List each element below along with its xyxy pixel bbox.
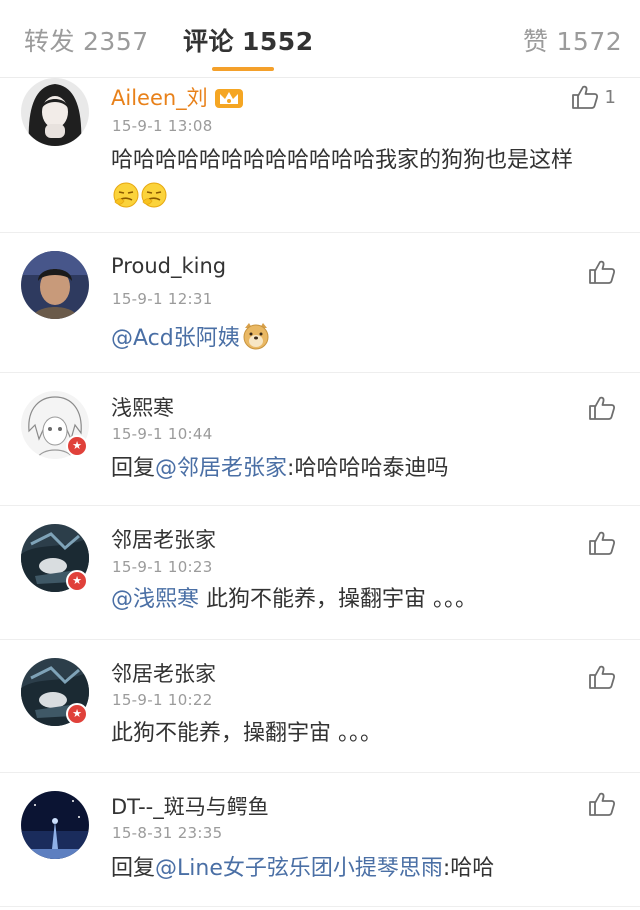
comment-time: 15-9-1 10:44 — [112, 425, 213, 443]
thumbs-up-icon — [589, 792, 616, 816]
comment-text: @浅熙寒 此狗不能养，操翻宇宙 。。。 — [111, 582, 591, 618]
comment-time: 15-9-1 12:31 — [112, 290, 213, 308]
comment-text-body: 此狗不能养，操翻宇宙 。。。 — [199, 587, 478, 612]
tab-bar: 转发 2357 评论 1552 赞 1572 — [0, 0, 640, 78]
comment-username[interactable]: 浅熙寒 — [111, 392, 174, 422]
tab-reposts-label: 转发 — [24, 27, 76, 56]
comment-time: 15-9-1 10:23 — [112, 558, 213, 576]
tab-likes-count: 1572 — [556, 27, 623, 56]
comment-text-body: :哈哈哈哈泰迪吗 — [287, 456, 449, 481]
like-button[interactable] — [588, 791, 616, 817]
comment-text: 回复@Line女子弦乐团小提琴思雨:哈哈 — [111, 851, 591, 887]
comment-item: Proud_king 15-9-1 12:31 @Acd张阿姨 — [0, 233, 640, 373]
doge-emoji-icon — [242, 322, 270, 362]
like-button[interactable]: 1 — [571, 84, 616, 110]
mention-link[interactable]: @浅熙寒 — [111, 587, 199, 612]
verified-badge-icon: ★ — [66, 570, 88, 592]
tab-reposts[interactable]: 转发 2357 — [24, 22, 149, 58]
avatar[interactable] — [21, 78, 89, 146]
tab-comments[interactable]: 评论 1552 — [183, 22, 314, 58]
comment-item: Aileen_刘 15-9-1 13:08 哈哈哈哈哈哈哈哈哈哈哈哈我家的狗狗也… — [0, 78, 640, 233]
comment-text-body: 哈哈哈哈哈哈哈哈哈哈哈哈我家的狗狗也是这样 — [111, 148, 574, 173]
smirk-emoji-icon — [113, 182, 139, 220]
like-button[interactable] — [588, 664, 616, 690]
comment-username[interactable]: 邻居老张家 — [111, 658, 216, 688]
tab-likes-label: 赞 — [523, 27, 549, 56]
comment-text-body: :哈哈 — [442, 856, 495, 881]
mention-link[interactable]: @Acd张阿姨 — [111, 326, 240, 351]
comment-username[interactable]: DT--_斑马与鳄鱼 — [111, 791, 269, 821]
crown-icon — [214, 85, 244, 114]
comment-username[interactable]: 邻居老张家 — [111, 524, 216, 554]
like-button[interactable] — [588, 259, 616, 285]
comment-item: DT--_斑马与鳄鱼 15-8-31 23:35 回复@Line女子弦乐团小提琴… — [0, 773, 640, 907]
comment-item: ★ 邻居老张家 15-9-1 10:22 此狗不能养，操翻宇宙 。。。 — [0, 640, 640, 773]
avatar[interactable] — [21, 791, 89, 859]
comment-time: 15-9-1 13:08 — [112, 117, 213, 135]
comment-item: ★ 浅熙寒 15-9-1 10:44 回复@邻居老张家:哈哈哈哈泰迪吗 — [0, 373, 640, 506]
reply-prefix: 回复 — [111, 856, 156, 881]
verified-badge-icon: ★ — [66, 435, 88, 457]
comment-username[interactable]: Aileen_刘 — [111, 82, 244, 114]
avatar[interactable] — [21, 251, 89, 319]
comment-text: 哈哈哈哈哈哈哈哈哈哈哈哈我家的狗狗也是这样 — [111, 143, 591, 220]
comment-list: Aileen_刘 15-9-1 13:08 哈哈哈哈哈哈哈哈哈哈哈哈我家的狗狗也… — [0, 78, 640, 907]
comment-item: ★ 邻居老张家 15-9-1 10:23 @浅熙寒 此狗不能养，操翻宇宙 。。。 — [0, 506, 640, 640]
smirk-emoji-icon — [141, 182, 167, 220]
thumbs-up-icon — [589, 665, 616, 689]
thumbs-up-icon — [589, 260, 616, 284]
like-button[interactable] — [588, 530, 616, 556]
like-button[interactable] — [588, 395, 616, 421]
verified-badge-icon: ★ — [66, 703, 88, 725]
active-tab-indicator — [212, 67, 274, 71]
tab-likes[interactable]: 赞 1572 — [523, 22, 622, 58]
mention-link[interactable]: @邻居老张家 — [155, 456, 287, 481]
tab-comments-label: 评论 — [183, 27, 235, 56]
like-count: 1 — [604, 86, 616, 108]
comment-text: 此狗不能养，操翻宇宙 。。。 — [111, 721, 382, 746]
username-text: Aileen_刘 — [111, 86, 208, 110]
comment-text: @Acd张阿姨 — [111, 321, 591, 362]
mention-link[interactable]: @Line女子弦乐团小提琴思雨 — [155, 856, 443, 881]
comment-time: 15-8-31 23:35 — [112, 824, 223, 842]
tab-comments-count: 1552 — [242, 27, 314, 56]
comment-username[interactable]: Proud_king — [111, 254, 226, 278]
comment-text: 回复@邻居老张家:哈哈哈哈泰迪吗 — [111, 451, 591, 487]
reply-prefix: 回复 — [111, 456, 156, 481]
thumbs-up-icon — [589, 531, 616, 555]
thumbs-up-icon — [589, 396, 616, 420]
tab-reposts-count: 2357 — [83, 27, 149, 56]
thumbs-up-icon — [571, 85, 598, 109]
comment-time: 15-9-1 10:22 — [112, 691, 213, 709]
